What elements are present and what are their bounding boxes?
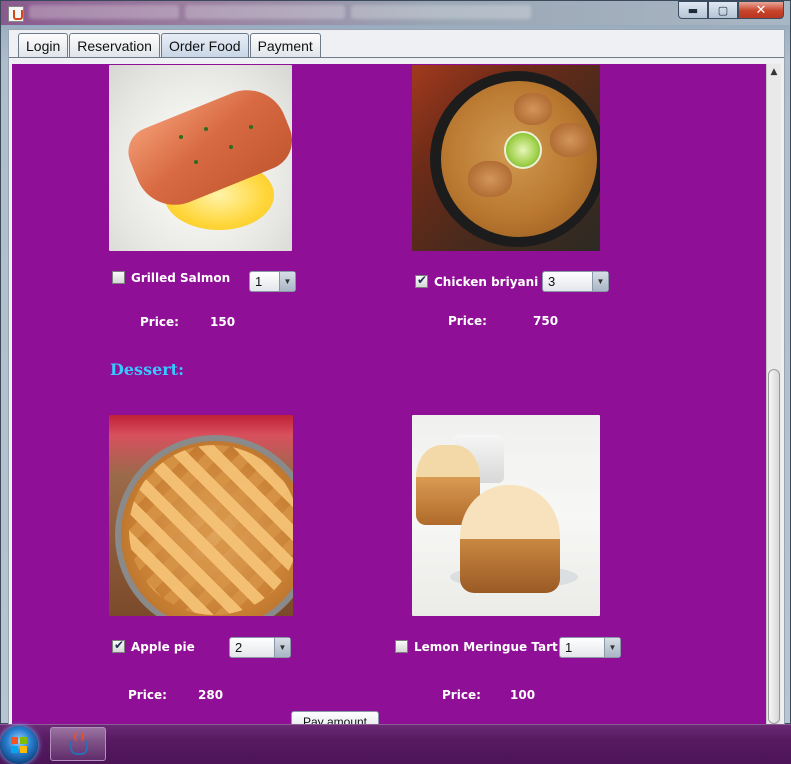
grilled-salmon-checkbox[interactable] (112, 271, 125, 284)
lemon-meringue-tart-quantity-value: 1 (565, 640, 573, 655)
chevron-down-icon[interactable]: ▼ (592, 272, 608, 291)
lemon-meringue-tart-label: Lemon Meringue Tart (414, 640, 558, 654)
tab-login[interactable]: Login (18, 33, 69, 57)
grilled-salmon-image (109, 65, 292, 251)
scrollbar-thumb[interactable] (768, 369, 780, 724)
grilled-salmon-price-label: Price: (140, 315, 179, 329)
grilled-salmon-label: Grilled Salmon (131, 271, 231, 285)
minimize-button[interactable]: ▬ (678, 1, 708, 19)
java-icon (67, 732, 89, 756)
apple-pie-quantity-value: 2 (235, 640, 243, 655)
chevron-down-icon[interactable]: ▼ (274, 638, 290, 657)
close-button[interactable]: ✕ (738, 1, 784, 19)
chevron-down-icon[interactable]: ▼ (604, 638, 620, 657)
chicken-briyani-price: 750 (533, 314, 559, 328)
app-window: ▬ ▢ ✕ Login Reservation Order Food Payme… (0, 0, 791, 725)
vertical-scrollbar[interactable]: ▲ (766, 64, 781, 724)
grilled-salmon-price: 150 (210, 315, 236, 329)
window-controls: ▬ ▢ ✕ (678, 1, 784, 19)
lemon-meringue-tart-checkbox[interactable] (395, 640, 408, 653)
dessert-heading: Dessert: (110, 360, 184, 379)
apple-pie-quantity-select[interactable]: 2 ▼ (229, 637, 291, 658)
chicken-briyani-price-label: Price: (448, 314, 487, 328)
lemon-meringue-tart-image (412, 415, 600, 616)
apple-pie-checkbox[interactable] (112, 638, 125, 653)
tab-divider (9, 57, 784, 58)
apple-pie-price: 280 (198, 688, 224, 702)
start-button[interactable] (0, 726, 38, 764)
scroll-up-icon[interactable]: ▲ (767, 64, 781, 80)
grilled-salmon-quantity-select[interactable]: 1 ▼ (249, 271, 296, 292)
tab-order-food[interactable]: Order Food (160, 33, 249, 57)
taskbar-java-app[interactable] (50, 727, 106, 761)
java-app-icon (8, 6, 24, 22)
apple-pie-price-label: Price: (128, 688, 167, 702)
apple-pie-image (109, 415, 293, 616)
pay-amount-button[interactable]: Pay amount (291, 711, 379, 724)
title-bar: ▬ ▢ ✕ (1, 1, 790, 25)
chicken-biryani-image (412, 65, 600, 251)
maximize-button[interactable]: ▢ (708, 1, 738, 19)
browser-tabs-blurred (29, 5, 531, 21)
chevron-down-icon[interactable]: ▼ (279, 272, 295, 291)
tab-payment[interactable]: Payment (249, 33, 321, 57)
chicken-briyani-label: Chicken briyani (434, 275, 539, 289)
grilled-salmon-quantity-value: 1 (255, 274, 263, 289)
chicken-briyani-quantity-value: 3 (548, 274, 556, 289)
client-area: Login Reservation Order Food Payment Gri… (8, 29, 785, 725)
lemon-meringue-tart-price: 100 (510, 688, 536, 702)
tab-bar: Login Reservation Order Food Payment (18, 33, 322, 57)
lemon-meringue-tart-price-label: Price: (442, 688, 481, 702)
lemon-meringue-tart-quantity-select[interactable]: 1 ▼ (559, 637, 621, 658)
taskbar (0, 724, 791, 764)
chicken-briyani-checkbox[interactable] (415, 273, 428, 288)
tab-reservation[interactable]: Reservation (69, 33, 160, 57)
order-food-panel: Grilled Salmon 1 ▼ Price: 150 Chicken br… (12, 64, 766, 724)
chicken-briyani-quantity-select[interactable]: 3 ▼ (542, 271, 609, 292)
apple-pie-label: Apple pie (131, 640, 195, 654)
